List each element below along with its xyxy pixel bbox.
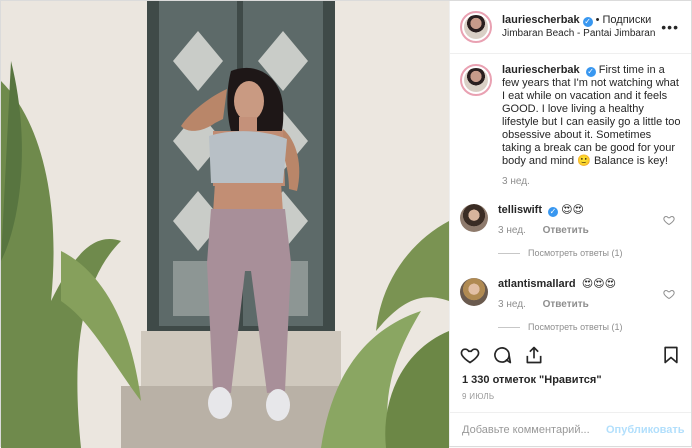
verified-icon: ✓ [585, 67, 596, 77]
add-comment-bar: Опубликовать [450, 412, 691, 446]
post-date[interactable]: 9 ИЮЛЬ [462, 392, 494, 401]
view-replies-button[interactable]: Посмотреть ответы (1) [498, 247, 681, 260]
post-sidebar: lauriescherbak ✓ • Подписки Jimbaran Beach … [449, 1, 691, 446]
comment-icon[interactable] [492, 345, 512, 365]
bookmark-icon[interactable] [661, 345, 681, 365]
share-icon[interactable] [524, 345, 544, 365]
comment-item: telliswift ✓ 😍😍 3 нед. Ответить Посмотрет… [460, 204, 681, 260]
comment-text: 😍😍 [561, 204, 585, 216]
reply-button[interactable]: Ответить [543, 225, 589, 236]
heart-icon[interactable] [663, 214, 675, 226]
reply-button[interactable]: Ответить [543, 299, 589, 310]
view-replies-button[interactable]: Посмотреть ответы (1) [498, 321, 681, 334]
more-options-icon[interactable]: ••• [661, 19, 679, 35]
caption-text: First time in a few years that I'm not w… [502, 64, 681, 167]
likes-count[interactable]: 1 330 отметок "Нравится" [462, 374, 602, 386]
separator-dot: • [595, 14, 600, 26]
post-photo[interactable] [1, 1, 449, 448]
like-heart-icon[interactable] [460, 345, 480, 365]
comment-username[interactable]: atlantismallard [498, 278, 576, 290]
verified-icon: ✓ [582, 17, 593, 27]
view-replies-label: Посмотреть ответы (1) [528, 248, 623, 258]
comment-text: 😍😍😍 [581, 278, 617, 290]
verified-icon: ✓ [548, 207, 559, 217]
comment-item: atlantismallard 😍😍😍 3 нед. Ответить Посм… [460, 278, 681, 334]
author-avatar[interactable] [460, 11, 492, 43]
replies-line [498, 327, 520, 328]
photo-illustration [1, 1, 449, 448]
commenter-avatar[interactable] [460, 204, 488, 232]
replies-line [498, 253, 520, 254]
view-replies-label: Посмотреть ответы (1) [528, 322, 623, 332]
heart-icon[interactable] [663, 288, 675, 300]
comment-input[interactable] [460, 422, 606, 437]
caption-username[interactable]: lauriescherbak [502, 64, 580, 76]
comment-time[interactable]: 3 нед. [498, 299, 526, 310]
caption-time[interactable]: 3 нед. [502, 176, 530, 187]
comment-username[interactable]: telliswift [498, 204, 542, 216]
post-actions [460, 341, 681, 369]
comment-time[interactable]: 3 нед. [498, 225, 526, 236]
following-button[interactable]: Подписки [603, 14, 652, 26]
instagram-post: lauriescherbak ✓ • Подписки Jimbaran Beach … [0, 0, 692, 448]
author-username[interactable]: lauriescherbak [502, 14, 580, 26]
caption: lauriescherbak ✓ First time in a few year… [460, 64, 681, 188]
post-header: lauriescherbak ✓ • Подписки Jimbaran Beach … [450, 1, 691, 54]
post-location[interactable]: Jimbaran Beach - Pantai Jimbaran [502, 27, 655, 41]
publish-button[interactable]: Опубликовать [606, 424, 685, 436]
comments-list[interactable]: lauriescherbak ✓ First time in a few year… [450, 54, 691, 334]
commenter-avatar[interactable] [460, 278, 488, 306]
caption-avatar[interactable] [460, 64, 492, 96]
